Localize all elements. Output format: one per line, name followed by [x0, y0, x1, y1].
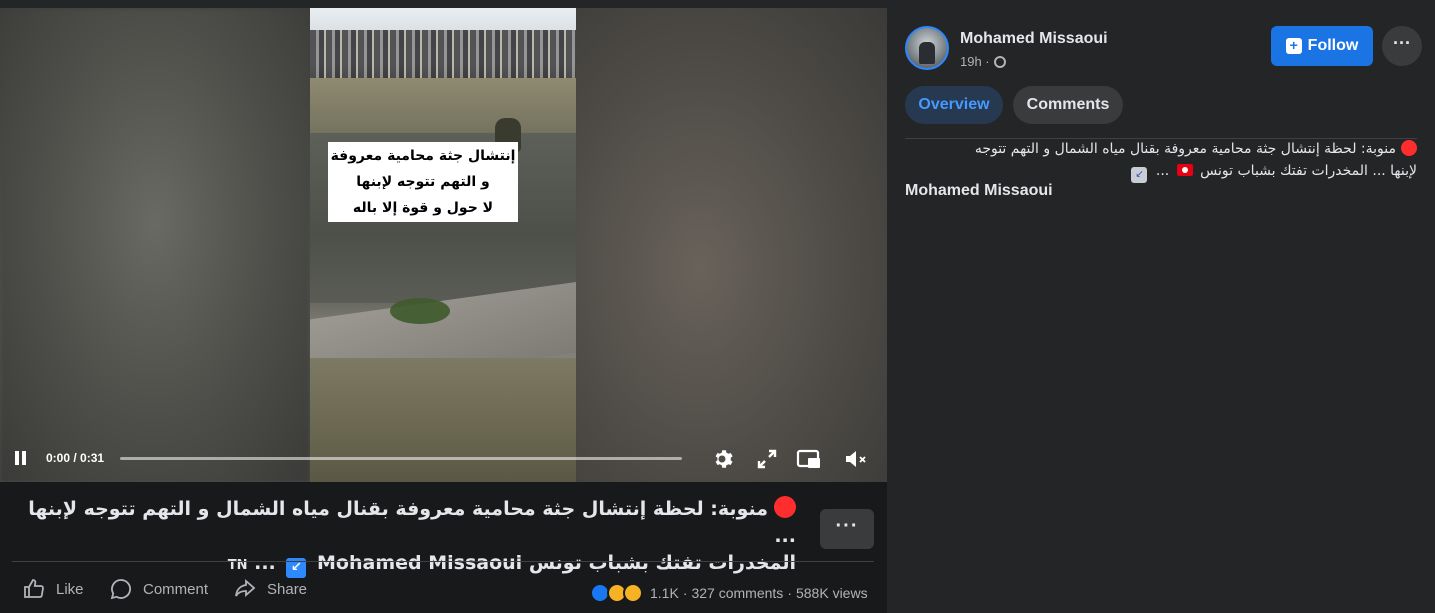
scene-grass	[390, 298, 450, 324]
like-button[interactable]: Like	[22, 574, 84, 604]
post-time: 19h ·	[960, 54, 1006, 69]
comment-count[interactable]: 327 comments	[691, 585, 783, 601]
share-icon	[235, 579, 256, 597]
caption-line: لا حول و قوة إلا باله	[352, 200, 494, 216]
globe-icon	[993, 55, 1006, 68]
side-panel: Mohamed Missaoui 19h · + Follow ··· Over…	[887, 8, 1435, 613]
expand-icon[interactable]	[756, 448, 778, 470]
comment-label: Comment	[143, 580, 209, 598]
plus-icon: +	[1285, 38, 1302, 54]
caption-line: إنتشال جثة محامية معروفة	[330, 148, 516, 164]
follow-label: Follow	[1307, 37, 1359, 54]
reaction-count[interactable]: 1.1K	[650, 585, 679, 601]
post-title: منوبة: لحظة إنتشال جثة محامية معروفة بقن…	[12, 496, 796, 579]
video-controls: 0:00 / 0:31	[0, 440, 887, 476]
caption-line: و التهم تتوجه لإبنها	[356, 174, 490, 190]
video-overlay-caption: إنتشال جثة محامية معروفة و التهم تتوجه ل…	[328, 142, 518, 222]
description-line1: منوبة: لحظة إنتشال جثة محامية معروفة بقن…	[905, 138, 1417, 160]
side-more-button[interactable]: ···	[1382, 26, 1422, 66]
description-line2-text: لإبنها ... المخدرات تفتك بشباب تونس	[1200, 163, 1417, 179]
scene-bank	[310, 78, 576, 133]
time-display: 0:00 / 0:31	[46, 451, 105, 465]
arrow-box-icon: ↙	[1131, 167, 1148, 183]
follow-button[interactable]: + Follow	[1271, 26, 1373, 66]
description-line1-text: منوبة: لحظة إنتشال جثة محامية معروفة بقن…	[974, 141, 1396, 157]
red-circle-icon	[774, 496, 796, 518]
post-title-row: منوبة: لحظة إنتشال جثة محامية معروفة بقن…	[12, 496, 874, 578]
stats-separator: ·	[787, 585, 792, 601]
tab-comments[interactable]: Comments	[1013, 86, 1123, 124]
pause-icon[interactable]	[14, 451, 28, 465]
description-author[interactable]: Mohamed Missaoui	[905, 182, 1053, 200]
video-frame: إنتشال جثة محامية معروفة و التهم تتوجه ل…	[310, 8, 576, 482]
progress-bar[interactable]	[120, 457, 682, 460]
post-time-text[interactable]: 19h ·	[960, 54, 990, 69]
stats-separator: ·	[682, 585, 688, 601]
video-player[interactable]: إنتشال جثة محامية معروفة و التهم تتوجه ل…	[0, 8, 887, 482]
title-ellipsis: ...	[254, 552, 276, 574]
top-bar	[0, 0, 1435, 8]
scene-crowd	[310, 30, 576, 78]
picture-in-picture-icon[interactable]	[796, 448, 822, 470]
post-stats: 1.1K · 327 comments · 588K views	[590, 581, 874, 605]
tab-overview[interactable]: Overview	[905, 86, 1003, 124]
gear-icon[interactable]	[712, 447, 736, 471]
avatar[interactable]	[905, 26, 949, 70]
title-author[interactable]: Mohamed Missaoui	[317, 552, 522, 574]
red-circle-icon	[1401, 140, 1417, 156]
author-name[interactable]: Mohamed Missaoui	[960, 30, 1108, 48]
post-title-line1: منوبة: لحظة إنتشال جثة محامية معروفة بقن…	[12, 496, 796, 550]
main-area: إنتشال جثة محامية معروفة و التهم تتوجه ل…	[0, 8, 887, 613]
like-label: Like	[56, 580, 84, 598]
divider	[12, 561, 874, 562]
share-button[interactable]: Share	[233, 574, 307, 604]
view-count: 588K views	[795, 585, 868, 601]
video-blur-right	[576, 8, 887, 482]
description-line2: لإبنها ... المخدرات تفتك بشباب تونس ... …	[905, 160, 1417, 183]
like-icon	[24, 579, 44, 598]
post-more-button[interactable]: ···	[820, 509, 874, 549]
post-description: منوبة: لحظة إنتشال جثة محامية معروفة بقن…	[905, 138, 1417, 183]
page: إنتشال جثة محامية معروفة و التهم تتوجه ل…	[0, 0, 1435, 613]
description-ellipsis[interactable]: ...	[1156, 163, 1169, 179]
mute-icon[interactable]	[843, 448, 869, 470]
title-line1-text: منوبة: لحظة إنتشال جثة محامية معروفة بقن…	[28, 498, 796, 547]
flag-tn-icon	[1176, 164, 1193, 176]
share-label: Share	[267, 580, 308, 598]
video-blur-left	[0, 8, 310, 482]
wow-reaction-icon	[623, 583, 643, 603]
comment-icon	[110, 579, 131, 600]
comment-button[interactable]: Comment	[109, 574, 208, 604]
reaction-icons[interactable]	[590, 582, 646, 604]
title-line2-text: المخدرات تفتك بشباب تونس	[528, 552, 796, 574]
